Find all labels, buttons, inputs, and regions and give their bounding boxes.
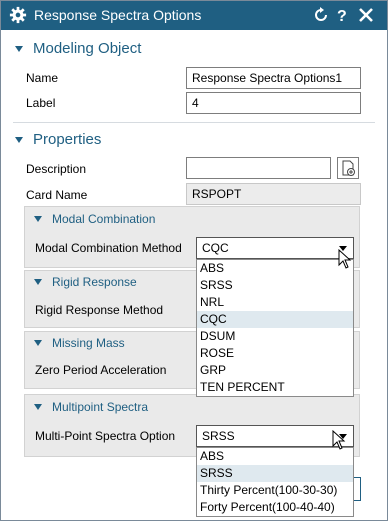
mouse-cursor-icon (338, 249, 352, 269)
modal-combination-option[interactable]: TEN PERCENT (197, 379, 353, 396)
multipoint-spectra-header[interactable]: Multipoint Spectra (34, 400, 148, 414)
rigid-response-title: Rigid Response (52, 275, 137, 289)
modal-combination-option[interactable]: DSUM (197, 328, 353, 345)
modal-combination-option[interactable]: NRL (197, 294, 353, 311)
missing-mass-header[interactable]: Missing Mass (34, 336, 125, 350)
help-icon[interactable]: ? (334, 7, 350, 23)
modal-combination-title: Modal Combination (52, 212, 156, 226)
modal-combination-option[interactable]: SRSS (197, 277, 353, 294)
gear-icon (9, 6, 27, 24)
modal-combination-option-selected[interactable]: CQC (197, 311, 353, 328)
name-label: Name (26, 71, 59, 85)
modeling-object-header[interactable]: Modeling Object (15, 40, 141, 57)
title-bar: Response Spectra Options ? (1, 1, 387, 30)
reset-icon[interactable] (313, 7, 329, 23)
chevron-down-icon (15, 45, 23, 52)
multipoint-spectra-title: Multipoint Spectra (52, 400, 149, 414)
window-title: Response Spectra Options (34, 7, 202, 23)
add-description-icon[interactable] (337, 157, 359, 179)
modal-combination-option[interactable]: ROSE (197, 345, 353, 362)
multi-point-spectra-option-label: Multi-Point Spectra Option (35, 429, 176, 443)
modal-combination-dropdown[interactable]: ABS SRSS NRL CQC DSUM ROSE GRP TEN PERCE… (196, 259, 354, 397)
label-label: Label (26, 96, 56, 110)
rigid-response-method-label: Rigid Response Method (35, 303, 164, 317)
chevron-down-icon (34, 404, 42, 410)
multi-point-spectra-option-select[interactable]: SRSS (196, 425, 354, 447)
modal-combination-option[interactable]: GRP (197, 362, 353, 379)
response-spectra-options-dialog: Response Spectra Options ? Modeling Obje… (0, 0, 388, 521)
multi-point-spectra-option[interactable]: ABS (197, 448, 353, 465)
section-divider (13, 122, 375, 123)
chevron-down-icon (34, 279, 42, 285)
multi-point-spectra-option-value: SRSS (202, 429, 235, 443)
description-label: Description (26, 162, 87, 176)
description-field[interactable] (186, 157, 331, 179)
modeling-object-title: Modeling Object (33, 40, 142, 57)
card-name-field: RSPOPT (186, 183, 361, 205)
chevron-down-icon (15, 136, 23, 143)
chevron-down-icon (34, 216, 42, 222)
modal-combination-option[interactable]: ABS (197, 260, 353, 277)
properties-header[interactable]: Properties (15, 131, 101, 148)
multi-point-spectra-option[interactable]: Thirty Percent(100-30-30) (197, 482, 353, 499)
rigid-response-header[interactable]: Rigid Response (34, 275, 137, 289)
mouse-cursor-icon (332, 430, 346, 450)
missing-mass-title: Missing Mass (52, 336, 125, 350)
zero-period-acceleration-label: Zero Period Acceleration (35, 363, 167, 377)
svg-text:?: ? (337, 8, 347, 23)
modal-combination-method-select[interactable]: CQC (196, 237, 354, 259)
modal-combination-header[interactable]: Modal Combination (34, 212, 155, 226)
modal-combination-method-label: Modal Combination Method (35, 241, 182, 255)
modal-combination-method-value: CQC (202, 241, 229, 255)
name-field[interactable]: Response Spectra Options1 (186, 67, 361, 89)
chevron-down-icon (34, 340, 42, 346)
close-icon[interactable] (358, 7, 374, 23)
multi-point-spectra-option-selected[interactable]: SRSS (197, 465, 353, 482)
label-field[interactable]: 4 (186, 92, 361, 114)
card-name-label: Card Name (26, 188, 88, 202)
properties-title: Properties (33, 131, 102, 148)
multi-point-spectra-option[interactable]: Forty Percent(100-40-40) (197, 499, 353, 516)
multi-point-spectra-dropdown[interactable]: ABS SRSS Thirty Percent(100-30-30) Forty… (196, 447, 354, 517)
